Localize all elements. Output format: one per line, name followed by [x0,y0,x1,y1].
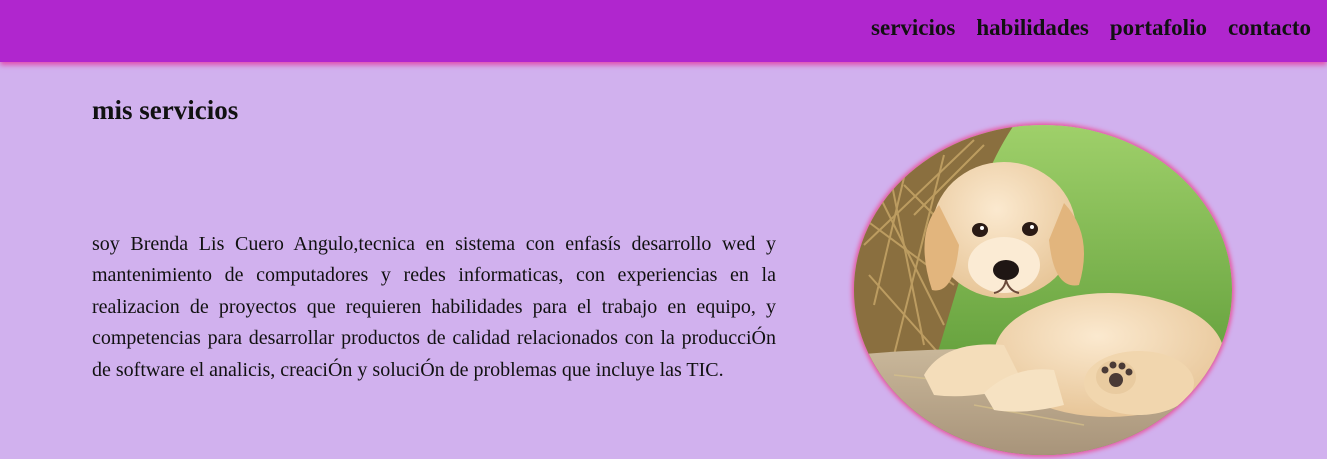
section-title: mis servicios [92,95,239,125]
nav-link-servicios[interactable]: servicios [871,13,955,43]
puppy-illustration [854,125,1232,455]
nav-link-contacto[interactable]: contacto [1228,13,1311,43]
services-description: soy Brenda Lis Cuero Angulo,tecnica en s… [92,233,776,381]
nav-link-portafolio[interactable]: portafolio [1110,13,1207,43]
top-nav-bar: servicios habilidades portafolio contact… [0,0,1327,62]
main-nav: servicios habilidades portafolio contact… [871,13,1311,43]
nav-link-habilidades[interactable]: habilidades [976,13,1089,43]
puppy-photo [854,125,1232,455]
